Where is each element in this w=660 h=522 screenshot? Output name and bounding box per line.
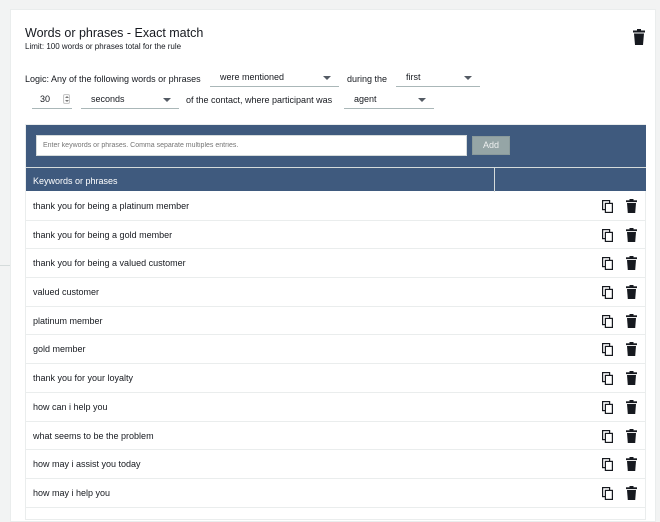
- trash-icon[interactable]: [626, 342, 637, 357]
- contact-label: of the contact, where participant was: [186, 95, 333, 105]
- logic-label: Logic: Any of the following words or phr…: [25, 74, 201, 84]
- trash-icon[interactable]: [626, 313, 637, 328]
- table-row: thank you for your loyalty: [26, 364, 646, 393]
- chevron-down-icon: [163, 98, 171, 102]
- keyword-input-bar: Add: [26, 125, 646, 167]
- duration-stepper[interactable]: 30: [32, 91, 72, 109]
- participant-select-value: agent: [354, 94, 377, 104]
- condition-select[interactable]: were mentioned: [210, 69, 339, 87]
- keyword-text: thank you for being a valued customer: [33, 258, 186, 269]
- trash-icon[interactable]: [633, 29, 645, 45]
- trash-icon[interactable]: [626, 199, 637, 213]
- table-row: what seems to be the problem: [26, 422, 646, 451]
- copy-icon[interactable]: [602, 314, 613, 328]
- keyword-text: valued customer: [33, 287, 100, 298]
- keywords-panel: Add Keywords or phrases thank you for be…: [25, 124, 646, 520]
- copy-icon[interactable]: [602, 228, 613, 242]
- keyword-text: thank you for your loyalty: [33, 373, 134, 384]
- table-row: how can i help you: [26, 393, 646, 422]
- copy-icon[interactable]: [602, 429, 613, 443]
- position-select-value: first: [406, 72, 421, 82]
- table-row: platinum member: [26, 307, 646, 336]
- table-header: Keywords or phrases: [26, 167, 646, 192]
- duration-unit-value: seconds: [91, 94, 125, 104]
- chevron-down-icon: [464, 76, 472, 80]
- table-row: thank you for being a platinum member: [26, 192, 646, 221]
- keyword-text: how may i help you: [33, 487, 111, 498]
- table-row: gold member: [26, 335, 646, 365]
- copy-icon[interactable]: [602, 372, 613, 386]
- keyword-text: platinum member: [33, 315, 103, 326]
- rule-title: Words or phrases - Exact match: [25, 26, 204, 40]
- condition-select-value: were mentioned: [220, 72, 285, 82]
- copy-icon[interactable]: [602, 286, 613, 300]
- copy-icon[interactable]: [602, 257, 613, 271]
- keyword-input[interactable]: [36, 135, 467, 156]
- copy-icon[interactable]: [602, 200, 613, 213]
- trash-icon[interactable]: [626, 457, 637, 472]
- keyword-text: how may i assist you today: [33, 459, 141, 470]
- keyword-table-body: thank you for being a platinum member tha…: [26, 192, 646, 508]
- copy-icon[interactable]: [602, 458, 613, 472]
- copy-icon[interactable]: [602, 400, 613, 414]
- keyword-text: how can i help you: [33, 401, 108, 412]
- column-divider: [494, 168, 495, 192]
- duration-value: 30: [40, 94, 51, 104]
- trash-icon[interactable]: [626, 399, 637, 414]
- table-row: how may i help you: [26, 479, 646, 508]
- table-row: thank you for being a gold member: [26, 221, 646, 250]
- trash-icon[interactable]: [626, 285, 637, 300]
- trash-icon[interactable]: [626, 371, 637, 386]
- page-background-left: [0, 0, 10, 522]
- rule-card: Words or phrases - Exact match Limit: 10…: [10, 9, 656, 522]
- chevron-down-icon: [418, 98, 426, 102]
- chevron-down-icon: [323, 76, 331, 80]
- trash-icon[interactable]: [626, 428, 637, 443]
- participant-select[interactable]: agent: [344, 91, 434, 109]
- during-label: during the: [347, 74, 388, 84]
- column-header-keywords: Keywords or phrases: [33, 176, 118, 186]
- copy-icon[interactable]: [602, 486, 613, 500]
- table-row: how may i assist you today: [26, 450, 646, 479]
- divider: [0, 265, 10, 266]
- rule-limit-text: Limit: 100 words or phrases total for th…: [25, 42, 182, 51]
- trash-icon[interactable]: [626, 485, 637, 500]
- position-select[interactable]: first: [396, 69, 480, 87]
- table-row: valued customer: [26, 278, 646, 307]
- add-button[interactable]: Add: [472, 136, 510, 155]
- keyword-text: gold member: [33, 344, 86, 355]
- trash-icon[interactable]: [626, 256, 637, 271]
- duration-unit-select[interactable]: seconds: [81, 91, 179, 109]
- table-row: thank you for being a valued customer: [26, 249, 646, 279]
- stepper-arrows-icon[interactable]: [63, 94, 70, 104]
- trash-icon[interactable]: [626, 227, 637, 242]
- copy-icon[interactable]: [602, 343, 613, 357]
- keyword-text: thank you for being a platinum member: [33, 201, 190, 211]
- keyword-text: what seems to be the problem: [33, 430, 154, 441]
- keyword-text: thank you for being a gold member: [33, 229, 173, 240]
